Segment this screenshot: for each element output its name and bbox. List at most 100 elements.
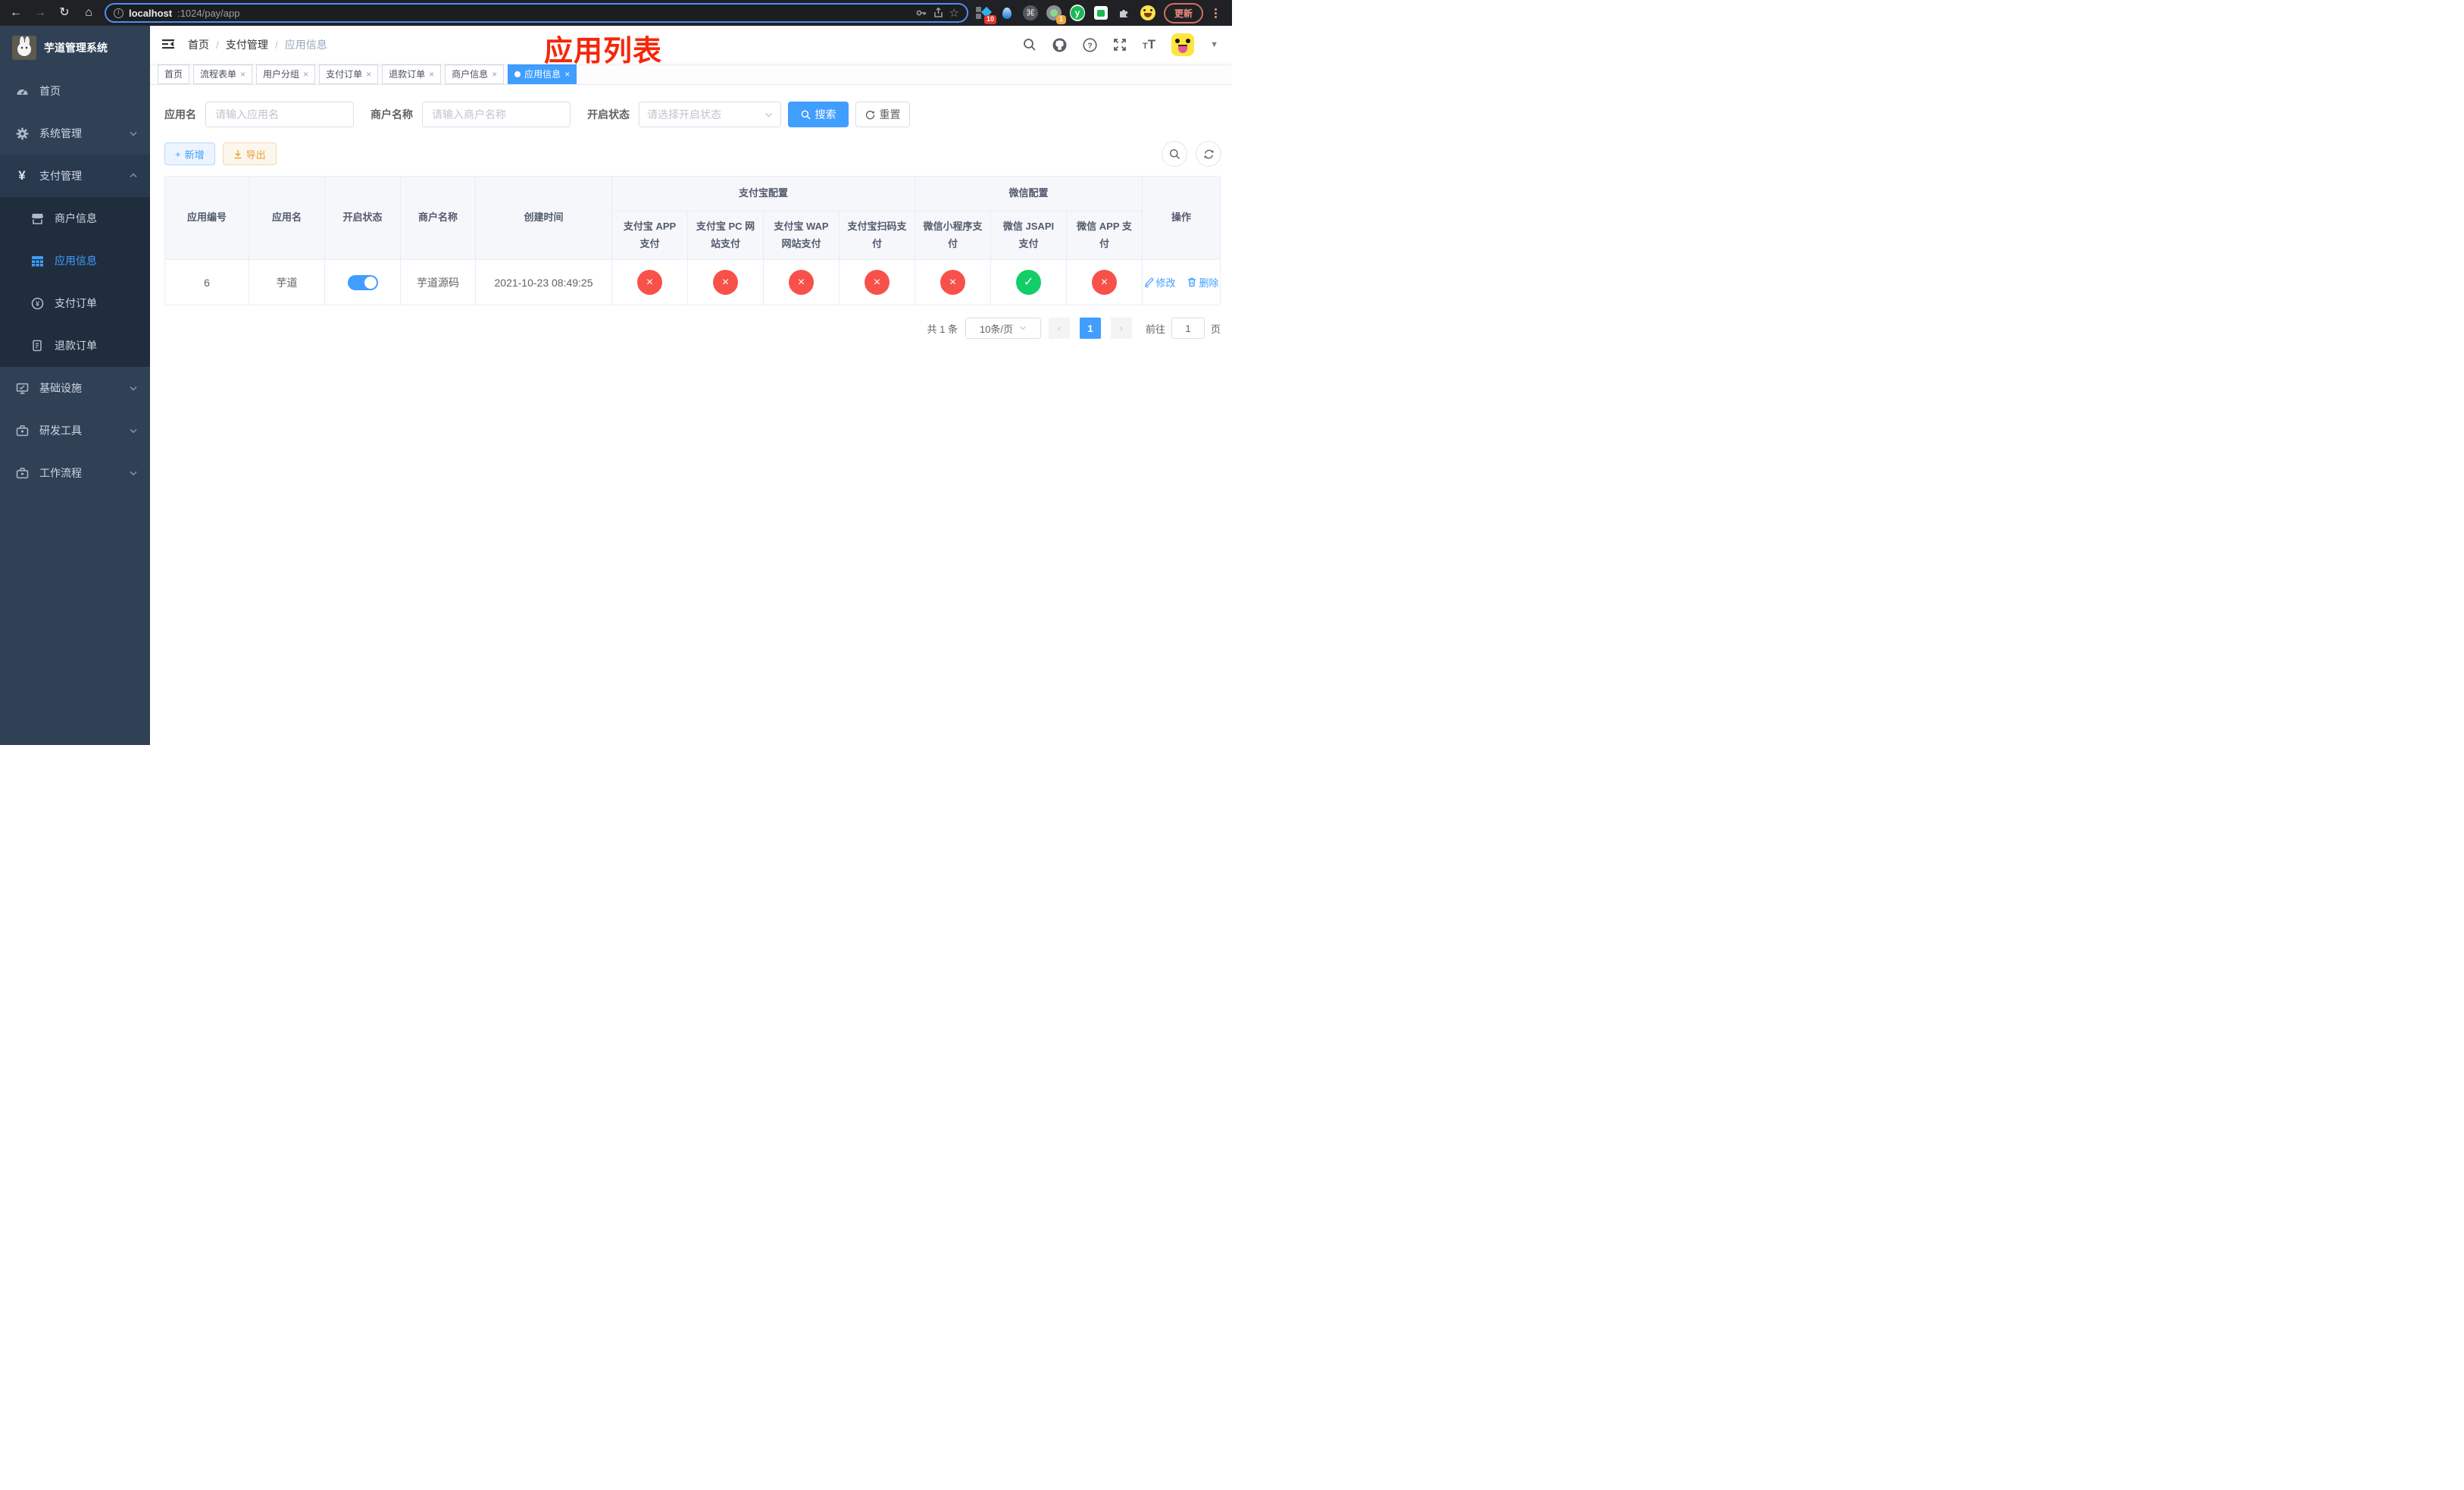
goto-page-input[interactable] — [1171, 318, 1205, 339]
extensions-puzzle-icon[interactable] — [1117, 5, 1132, 20]
github-icon[interactable] — [1052, 38, 1067, 52]
profile-avatar-icon[interactable] — [1140, 5, 1155, 20]
tab-process-form[interactable]: 流程表单 × — [193, 64, 253, 84]
delete-link[interactable]: 删除 — [1187, 275, 1218, 290]
goto-label: 前往 — [1145, 323, 1165, 335]
reset-button[interactable]: 重置 — [855, 102, 910, 127]
sidebar-collapse-icon[interactable] — [161, 37, 176, 52]
sidebar-item-app-info[interactable]: 应用信息 — [0, 239, 150, 282]
close-icon[interactable]: × — [303, 69, 308, 80]
avatar-caret-icon[interactable]: ▼ — [1210, 40, 1218, 49]
close-icon[interactable]: × — [366, 69, 371, 80]
merchant-name-input[interactable] — [422, 102, 571, 127]
url-path: :1024/pay/app — [177, 7, 240, 19]
ext-tasks-icon[interactable]: 10 — [976, 5, 996, 24]
sidebar-item-infrastructure[interactable]: 基础设施 — [0, 367, 150, 409]
sidebar-item-workflow[interactable]: 工作流程 — [0, 452, 150, 494]
sidebar-item-label: 基础设施 — [39, 382, 82, 394]
sidebar-item-pay-orders[interactable]: ¥ 支付订单 — [0, 282, 150, 324]
status-select[interactable]: 请选择开启状态 — [639, 102, 781, 127]
grid-table-icon — [30, 255, 44, 268]
sidebar-item-label: 工作流程 — [39, 467, 82, 479]
sidebar-item-system[interactable]: 系统管理 — [0, 112, 150, 155]
close-icon[interactable]: × — [240, 69, 245, 80]
store-icon — [30, 212, 44, 225]
tab-pay-orders[interactable]: 支付订单 × — [319, 64, 379, 84]
fullscreen-icon[interactable] — [1113, 38, 1127, 52]
col-header-alipay-pc: 支付宝 PC 网站支付 — [687, 211, 764, 260]
ext-tasks-badge: 10 — [983, 15, 996, 24]
chevron-down-icon — [129, 426, 138, 435]
breadcrumb-section: 支付管理 — [225, 39, 268, 51]
help-icon[interactable]: ? — [1083, 37, 1097, 52]
ext-camera-icon[interactable]: 1 — [1046, 5, 1066, 24]
ext-chat-icon[interactable] — [1093, 5, 1108, 20]
add-button[interactable]: + 新增 — [164, 142, 215, 165]
close-icon[interactable]: × — [429, 69, 434, 80]
page-size-select[interactable]: 10条/页 — [965, 318, 1041, 339]
edit-link[interactable]: 修改 — [1144, 275, 1176, 290]
chrome-update-button[interactable]: 更新 — [1164, 2, 1204, 23]
user-avatar[interactable] — [1171, 33, 1195, 56]
chevron-down-icon — [765, 112, 772, 117]
app-table: 应用编号 应用名 开启状态 商户名称 创建时间 支付宝配置 微信配置 操作 支付… — [164, 176, 1221, 305]
annotation-title: 应用列表 — [544, 36, 663, 67]
tab-refund-orders[interactable]: 退款订单 × — [382, 64, 442, 84]
close-icon[interactable]: × — [564, 69, 570, 80]
sidebar-item-label: 首页 — [39, 85, 61, 97]
tab-home[interactable]: 首页 — [158, 64, 190, 84]
status-switch[interactable] — [347, 274, 378, 290]
col-header-wx-app: 微信 APP 支付 — [1066, 211, 1143, 260]
total-count: 共 1 条 — [927, 323, 958, 335]
forward-icon[interactable]: → — [32, 7, 48, 19]
merchant-name-label: 商户名称 — [371, 108, 413, 121]
cell-app-id: 6 — [164, 259, 249, 305]
url-host: localhost — [129, 7, 173, 19]
sidebar-item-payment[interactable]: ¥ 支付管理 — [0, 155, 150, 197]
page-unit-label: 页 — [1210, 323, 1221, 335]
col-header-alipay-app: 支付宝 APP 支付 — [611, 211, 688, 260]
app-name-input[interactable] — [205, 102, 354, 127]
password-key-icon[interactable] — [915, 7, 927, 19]
cell-create-time: 2021-10-23 08:49:25 — [475, 259, 612, 305]
tab-user-group[interactable]: 用户分组 × — [256, 64, 316, 84]
show-search-icon[interactable] — [1162, 141, 1187, 167]
search-button[interactable]: 搜索 — [788, 102, 849, 127]
ext-command-icon[interactable]: ⌘ — [1023, 5, 1038, 20]
refresh-table-icon[interactable] — [1196, 141, 1221, 167]
toolbox-icon — [15, 467, 29, 480]
sidebar-item-dev-tools[interactable]: 研发工具 — [0, 409, 150, 452]
breadcrumb-current: 应用信息 — [284, 39, 327, 51]
app-window: 芋道管理系统 首页 系统管理 ¥ 支付管理 商户信息 应用信息 ¥ 支付订单 退… — [0, 26, 1232, 745]
col-header-merchant: 商户名称 — [400, 176, 476, 260]
browser-chrome: ← → ↻ ⌂ i localhost:1024/pay/app ☆ 10 ⌘ … — [0, 0, 1232, 26]
status-circle-wx-app: × — [1092, 270, 1118, 295]
page-number-button[interactable]: 1 — [1079, 318, 1101, 339]
table-tools — [1162, 141, 1221, 167]
breadcrumb-home[interactable]: 首页 — [188, 37, 209, 52]
ext-balloon-icon[interactable] — [999, 5, 1015, 20]
sidebar-item-merchant-info[interactable]: 商户信息 — [0, 197, 150, 239]
chrome-menu-icon[interactable] — [1212, 8, 1220, 18]
tab-merchant-info[interactable]: 商户信息 × — [445, 64, 505, 84]
sidebar-item-label: 商户信息 — [55, 212, 97, 224]
site-info-icon[interactable]: i — [114, 8, 124, 18]
sidebar-item-label: 退款订单 — [55, 340, 97, 352]
logo[interactable]: 芋道管理系统 — [0, 26, 150, 70]
next-page-button[interactable]: › — [1110, 318, 1132, 339]
prev-page-button[interactable]: ‹ — [1048, 318, 1070, 339]
sidebar-item-label: 系统管理 — [39, 127, 82, 139]
ext-y-icon[interactable]: y — [1070, 5, 1085, 21]
home-icon[interactable]: ⌂ — [80, 7, 97, 19]
close-icon[interactable]: × — [492, 69, 497, 80]
font-size-icon[interactable]: TT — [1143, 37, 1155, 52]
sidebar-item-refund-orders[interactable]: 退款订单 — [0, 324, 150, 367]
reload-icon[interactable]: ↻ — [56, 7, 73, 19]
search-icon[interactable] — [1023, 38, 1037, 52]
address-bar[interactable]: i localhost :1024/pay/app ☆ — [105, 3, 968, 23]
back-icon[interactable]: ← — [8, 7, 24, 19]
share-icon[interactable] — [933, 7, 944, 19]
bookmark-star-icon[interactable]: ☆ — [949, 6, 959, 20]
export-button[interactable]: 导出 — [222, 142, 277, 165]
sidebar-item-home[interactable]: 首页 — [0, 70, 150, 112]
